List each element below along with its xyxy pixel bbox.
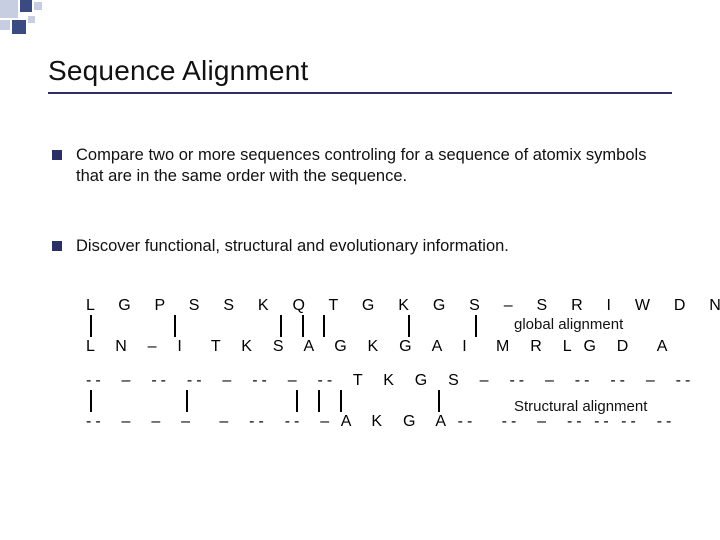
bullet-list: Compare two or more sequences controling… [52,145,672,305]
slide: Sequence Alignment Compare two or more s… [0,0,720,540]
global-seq2: L N – I T K S A G K G A I M R L G D A [86,339,696,355]
structural-seq2: -- – – – – -- -- – A K G A -- -- – -- --… [86,414,696,430]
global-seq1: L G P S S K Q T G K G S – S R I W D N [86,298,696,314]
alignment-block: L G P S S K Q T G K G S – S R I W D N L … [86,298,696,430]
global-bars [86,315,446,337]
bullet-text: Discover functional, structural and evol… [76,236,509,257]
structural-bars [86,390,446,412]
structural-seq1: -- – -- -- – -- – -- T K G S – -- – -- -… [86,373,696,389]
corner-decoration [0,0,55,40]
square-bullet-icon [52,241,62,251]
square-bullet-icon [52,150,62,160]
bullet-item: Discover functional, structural and evol… [52,236,672,257]
bullet-item: Compare two or more sequences controling… [52,145,672,188]
global-label: global alignment [514,316,623,333]
slide-title: Sequence Alignment [48,55,308,87]
bullet-text: Compare two or more sequences controling… [76,145,672,188]
structural-label: Structural alignment [514,398,647,415]
title-underline [48,92,672,94]
